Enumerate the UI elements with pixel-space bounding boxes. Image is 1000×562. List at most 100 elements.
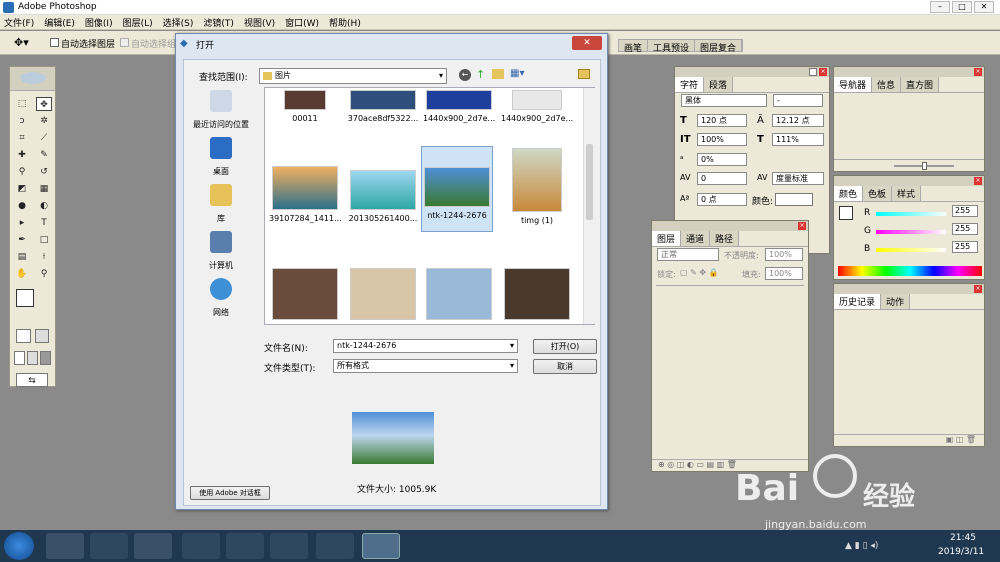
eraser-tool-icon[interactable]: ◩ bbox=[14, 182, 30, 196]
tab-histogram[interactable]: 直方图 bbox=[901, 77, 940, 92]
tab-channels[interactable]: 通道 bbox=[681, 231, 711, 246]
screen-mode-standard-icon[interactable] bbox=[14, 351, 25, 365]
tab-character[interactable]: 字符 bbox=[675, 77, 705, 92]
zoom-slider[interactable] bbox=[834, 159, 984, 171]
tab-paths[interactable]: 路径 bbox=[710, 231, 740, 246]
notes-tool-icon[interactable]: ▤ bbox=[14, 250, 30, 264]
foreground-color-swatch[interactable] bbox=[839, 206, 853, 220]
lock-icons[interactable]: ▢ ✎ ✥ 🔒 bbox=[680, 268, 719, 277]
leading-input[interactable]: 12.12 点 bbox=[772, 114, 824, 127]
brush-tool-icon[interactable]: ✎ bbox=[36, 148, 52, 162]
blue-slider[interactable] bbox=[876, 248, 946, 252]
place-recent[interactable]: 最近访问的位置 bbox=[186, 90, 256, 130]
lasso-tool-icon[interactable]: ↄ bbox=[14, 114, 30, 128]
file-item[interactable]: 201305261400... bbox=[347, 170, 419, 223]
grid-scrollbar[interactable] bbox=[583, 88, 595, 324]
open-button[interactable]: 打开(O) bbox=[533, 339, 597, 354]
quick-mask-icon[interactable] bbox=[34, 329, 49, 343]
file-item[interactable] bbox=[347, 268, 419, 324]
move-tool-icon[interactable]: ✥▾ bbox=[14, 36, 29, 49]
maximize-button[interactable]: □ bbox=[952, 1, 972, 13]
taskbar-firefox-icon[interactable] bbox=[182, 533, 220, 559]
file-item[interactable]: 1440x900_2d7e... bbox=[423, 90, 495, 123]
screen-mode-full-menu-icon[interactable] bbox=[27, 351, 38, 365]
crop-tool-icon[interactable]: ⌗ bbox=[14, 131, 30, 145]
close-icon[interactable]: × bbox=[974, 177, 982, 185]
palette-well-tab-layer-comps[interactable]: 图层复合 bbox=[695, 40, 743, 54]
tab-navigator[interactable]: 导航器 bbox=[834, 77, 873, 92]
close-icon[interactable]: × bbox=[798, 222, 806, 230]
taskbar-browser-icon[interactable] bbox=[46, 533, 84, 559]
history-footer-icons[interactable]: ▣ ◫ 🗑 bbox=[834, 434, 984, 446]
file-item[interactable]: 370ace8df5322... bbox=[347, 90, 419, 123]
pen-tool-icon[interactable]: ✒ bbox=[14, 233, 30, 247]
dialog-close-button[interactable]: ✕ bbox=[572, 36, 602, 50]
tab-actions[interactable]: 动作 bbox=[881, 294, 911, 309]
blend-mode-select[interactable]: 正常 bbox=[657, 248, 719, 261]
menu-select[interactable]: 选择(S) bbox=[163, 16, 194, 29]
view-menu-icon[interactable]: ▦▾ bbox=[510, 68, 524, 79]
dodge-tool-icon[interactable]: ◐ bbox=[36, 199, 52, 213]
file-item[interactable] bbox=[423, 268, 495, 324]
start-button[interactable] bbox=[4, 532, 34, 560]
tracking-input[interactable]: 度量标准 bbox=[772, 172, 824, 185]
tab-color[interactable]: 颜色 bbox=[834, 186, 864, 201]
place-desktop[interactable]: 桌面 bbox=[186, 137, 256, 177]
jump-to-imageready-icon[interactable]: ⇆ bbox=[10, 369, 55, 391]
tab-paragraph[interactable]: 段落 bbox=[704, 77, 734, 92]
move-tool-icon[interactable]: ✥ bbox=[36, 97, 52, 111]
tab-info[interactable]: 信息 bbox=[872, 77, 902, 92]
palette-well-tab-tool-presets[interactable]: 工具预设 bbox=[648, 40, 696, 54]
menu-file[interactable]: 文件(F) bbox=[4, 16, 34, 29]
place-computer[interactable]: 计算机 bbox=[186, 231, 256, 271]
tray-icons[interactable]: ▲ ▮ ▯ ◂) bbox=[845, 541, 878, 551]
new-folder-icon[interactable] bbox=[492, 69, 504, 79]
baseline-shift-input[interactable]: 0 点 bbox=[697, 193, 747, 206]
taskbar-app-icon[interactable] bbox=[270, 533, 308, 559]
file-item[interactable]: 00011 bbox=[269, 90, 341, 123]
hand-tool-icon[interactable]: ✋ bbox=[14, 267, 30, 281]
folder-home-icon[interactable] bbox=[578, 69, 590, 79]
menu-view[interactable]: 视图(V) bbox=[244, 16, 275, 29]
back-icon[interactable]: ← bbox=[459, 69, 471, 81]
text-color-swatch[interactable] bbox=[775, 193, 813, 206]
red-slider[interactable] bbox=[876, 212, 946, 216]
minimize-icon[interactable] bbox=[809, 68, 817, 76]
font-family-select[interactable]: 黑体 bbox=[681, 94, 767, 107]
color-ramp[interactable] bbox=[838, 266, 982, 276]
horizontal-scale-input[interactable]: 111% bbox=[772, 133, 824, 146]
place-network[interactable]: 网络 bbox=[186, 278, 256, 318]
filename-input[interactable]: ntk-1244-2676 ▾ bbox=[333, 339, 518, 353]
tsume-input[interactable]: 0% bbox=[697, 153, 747, 166]
menu-window[interactable]: 窗口(W) bbox=[285, 16, 319, 29]
font-style-select[interactable]: - bbox=[773, 94, 823, 107]
tab-layers[interactable]: 图层 bbox=[652, 231, 682, 246]
minimize-button[interactable]: – bbox=[930, 1, 950, 13]
history-brush-icon[interactable]: ↺ bbox=[36, 165, 52, 179]
file-item[interactable] bbox=[501, 268, 573, 324]
taskbar-folder-icon[interactable] bbox=[134, 533, 172, 559]
clone-stamp-icon[interactable]: ⚲ bbox=[14, 165, 30, 179]
menu-edit[interactable]: 编辑(E) bbox=[44, 16, 75, 29]
fill-input[interactable]: 100% bbox=[765, 267, 803, 280]
type-tool-icon[interactable]: T bbox=[36, 216, 52, 230]
use-adobe-dialog-button[interactable]: 使用 Adobe 对话框 bbox=[190, 486, 270, 500]
palette-well-tab-brushes[interactable]: 画笔 bbox=[619, 40, 649, 54]
blur-tool-icon[interactable]: ● bbox=[14, 199, 30, 213]
place-library[interactable]: 库 bbox=[186, 184, 256, 224]
font-size-input[interactable]: 120 点 bbox=[697, 114, 747, 127]
taskbar-record-icon[interactable] bbox=[316, 533, 354, 559]
taskbar-player-icon[interactable] bbox=[226, 533, 264, 559]
look-in-select[interactable]: 图片 ▾ bbox=[259, 68, 447, 84]
path-select-icon[interactable]: ▸ bbox=[14, 216, 30, 230]
file-item[interactable]: timg (1) bbox=[501, 148, 573, 225]
auto-select-layer-checkbox[interactable] bbox=[50, 38, 59, 47]
foreground-color-swatch[interactable] bbox=[16, 289, 34, 307]
healing-brush-icon[interactable]: ✚ bbox=[14, 148, 30, 162]
close-button[interactable]: ✕ bbox=[974, 1, 994, 13]
filetype-select[interactable]: 所有格式 ▾ bbox=[333, 359, 518, 373]
up-folder-icon[interactable]: ↑ bbox=[476, 68, 485, 81]
eyedropper-tool-icon[interactable]: ⟊ bbox=[36, 250, 52, 264]
standard-mode-icon[interactable] bbox=[16, 329, 31, 343]
vertical-scale-input[interactable]: 100% bbox=[697, 133, 747, 146]
